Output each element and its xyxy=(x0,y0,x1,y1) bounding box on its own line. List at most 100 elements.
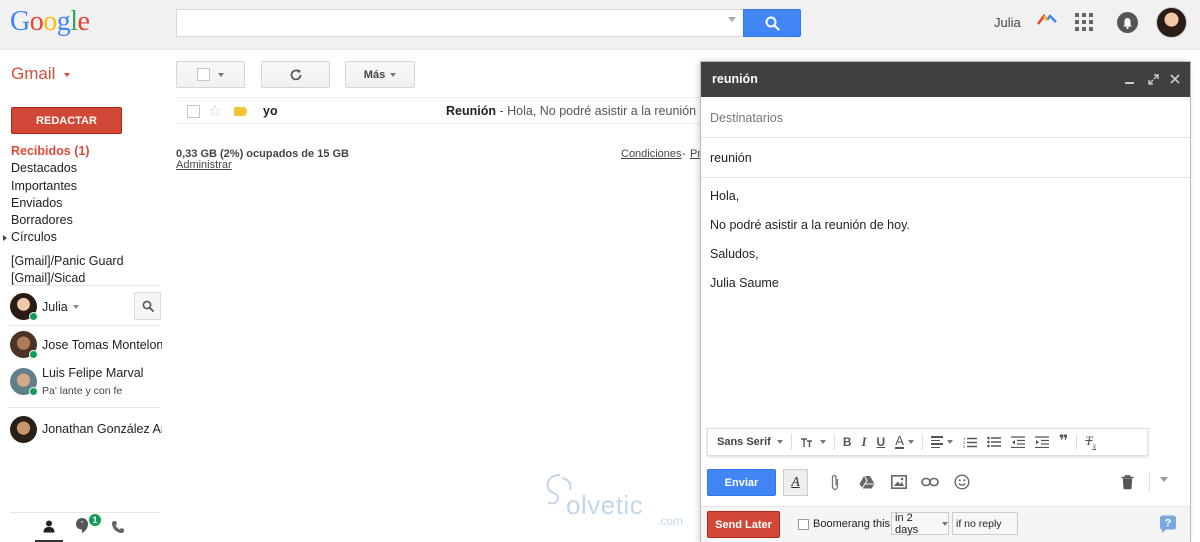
importance-marker-icon[interactable] xyxy=(234,107,247,116)
chevron-down-icon xyxy=(776,440,783,444)
chat-contact[interactable]: Luis Felipe Marval Pa' lante y con fe xyxy=(10,366,162,402)
folder-starred[interactable]: Destacados xyxy=(0,160,165,177)
privacy-link[interactable]: Privacidad xyxy=(690,148,700,160)
insert-photo-icon[interactable] xyxy=(889,472,909,492)
user-name-link[interactable]: Julia xyxy=(994,15,1021,30)
indent-more-button[interactable] xyxy=(1030,429,1054,455)
folder-circles-label: Círculos xyxy=(11,230,57,245)
boomerang-checkbox[interactable] xyxy=(798,519,809,530)
google-logo[interactable]: Google xyxy=(10,6,90,38)
folder-circles[interactable]: Círculos xyxy=(0,229,165,246)
terms-link[interactable]: Condiciones xyxy=(621,148,682,160)
label-panic-guard[interactable]: [Gmail]/Panic Guard xyxy=(0,253,165,270)
insert-emoji-icon[interactable] xyxy=(952,472,972,492)
divider xyxy=(8,407,160,408)
footer-separator: - xyxy=(682,148,686,160)
numbered-list-button[interactable]: 123 xyxy=(958,429,982,455)
manage-storage-link[interactable]: Administrar xyxy=(176,159,232,171)
underline-button[interactable]: U xyxy=(872,429,891,455)
message-body[interactable]: Hola, No podré asistir a la reunión de h… xyxy=(710,189,1180,305)
phone-icon[interactable] xyxy=(111,520,125,534)
chat-contact[interactable]: Jonathan González Amador xyxy=(10,416,162,446)
row-checkbox[interactable] xyxy=(187,105,200,118)
discard-draft-icon[interactable] xyxy=(1117,472,1137,492)
search-button[interactable] xyxy=(743,9,801,37)
align-button[interactable] xyxy=(926,429,958,455)
select-checkbox[interactable] xyxy=(197,68,210,81)
chat-contact[interactable]: Jose Tomas Montelongo xyxy=(10,331,162,361)
apps-grid-icon[interactable] xyxy=(1075,13,1093,31)
boomerang-time-select[interactable]: in 2 days xyxy=(891,511,949,536)
account-avatar[interactable] xyxy=(1156,7,1187,38)
refresh-button[interactable] xyxy=(261,61,330,88)
formatting-options-toggle[interactable]: A xyxy=(783,469,808,496)
boomerang-bar: Send Later Boomerang this in 2 days if n… xyxy=(701,506,1190,542)
remove-formatting-button[interactable]: Tx xyxy=(1080,429,1101,455)
hangouts-icon[interactable]: " xyxy=(75,517,89,535)
watermark-suffix: .com xyxy=(657,514,684,528)
divider xyxy=(8,325,160,326)
folder-important[interactable]: Importantes xyxy=(0,178,165,195)
search-icon xyxy=(142,300,154,312)
recipients-field[interactable]: Destinatarios xyxy=(701,97,1190,138)
attach-icon[interactable] xyxy=(825,472,845,492)
more-options-chevron-icon[interactable] xyxy=(1160,477,1168,482)
search-input[interactable] xyxy=(176,9,744,37)
chevron-down-icon xyxy=(390,72,397,77)
text-color-icon: A xyxy=(895,433,904,449)
bold-button[interactable]: B xyxy=(838,429,857,455)
send-later-button[interactable]: Send Later xyxy=(707,511,780,538)
indent-less-icon xyxy=(1010,436,1025,448)
expand-icon[interactable] xyxy=(1145,71,1161,87)
help-icon[interactable]: ? xyxy=(1158,514,1178,534)
quote-button[interactable]: ❞ xyxy=(1054,429,1073,455)
boomerang-condition-select[interactable]: if no reply xyxy=(952,512,1018,535)
contacts-tab[interactable] xyxy=(35,513,63,542)
folder-sent[interactable]: Enviados xyxy=(0,195,165,212)
subject-field[interactable]: reunión xyxy=(701,138,1190,178)
notifications-bell-icon[interactable] xyxy=(1117,12,1138,33)
bold-icon: B xyxy=(842,435,852,449)
select-all-button[interactable] xyxy=(176,61,245,88)
gmail-menu-label[interactable]: Gmail xyxy=(11,64,55,84)
logo-letter: G xyxy=(10,6,30,37)
chevron-down-icon xyxy=(819,440,826,444)
google-drive-icon[interactable] xyxy=(857,472,877,492)
chat-tabs: " 1 xyxy=(10,512,160,542)
boomerang-time-value: in 2 days xyxy=(895,511,919,536)
send-button[interactable]: Enviar xyxy=(707,469,776,496)
chat-self-name: Julia xyxy=(42,300,68,314)
insert-link-icon[interactable] xyxy=(920,472,940,492)
gmail-menu-caret-icon[interactable] xyxy=(64,73,70,77)
more-label: Más xyxy=(363,68,386,81)
person-icon xyxy=(43,520,55,533)
compose-button[interactable]: REDACTAR xyxy=(11,107,122,134)
chat-search-button[interactable] xyxy=(134,292,161,320)
online-status-icon xyxy=(29,350,38,359)
chevron-down-icon[interactable] xyxy=(73,305,79,309)
italic-icon: I xyxy=(861,434,867,449)
top-bar: Google Julia xyxy=(0,0,1200,50)
font-size-button[interactable] xyxy=(795,429,831,455)
folder-inbox[interactable]: Recibidos (1) xyxy=(0,143,165,160)
star-icon[interactable]: ☆ xyxy=(208,101,222,121)
numbered-list-icon: 123 xyxy=(963,436,977,448)
expand-triangle-icon[interactable] xyxy=(3,235,7,242)
chat-self-status[interactable]: Julia xyxy=(10,292,162,322)
indent-less-button[interactable] xyxy=(1006,429,1030,455)
bulleted-list-button[interactable] xyxy=(982,429,1006,455)
minimize-icon[interactable] xyxy=(1121,71,1137,87)
text-color-button[interactable]: A xyxy=(890,429,919,455)
refresh-icon xyxy=(290,68,301,80)
search-options-caret-icon[interactable] xyxy=(728,17,736,22)
folder-drafts[interactable]: Borradores xyxy=(0,212,165,229)
close-icon[interactable] xyxy=(1167,71,1183,87)
compose-header[interactable]: reunión xyxy=(701,62,1190,97)
online-status-icon xyxy=(29,387,38,396)
italic-button[interactable]: I xyxy=(856,429,871,455)
table-row[interactable]: ☆ yo Reunión - Hola, No podré asistir a … xyxy=(176,97,700,124)
google-plus-ink-icon[interactable] xyxy=(1036,12,1058,28)
more-actions-button[interactable]: Más xyxy=(345,61,415,88)
contact-name: Luis Felipe Marval xyxy=(42,366,144,380)
font-family-select[interactable]: Sans Serif xyxy=(712,429,788,455)
